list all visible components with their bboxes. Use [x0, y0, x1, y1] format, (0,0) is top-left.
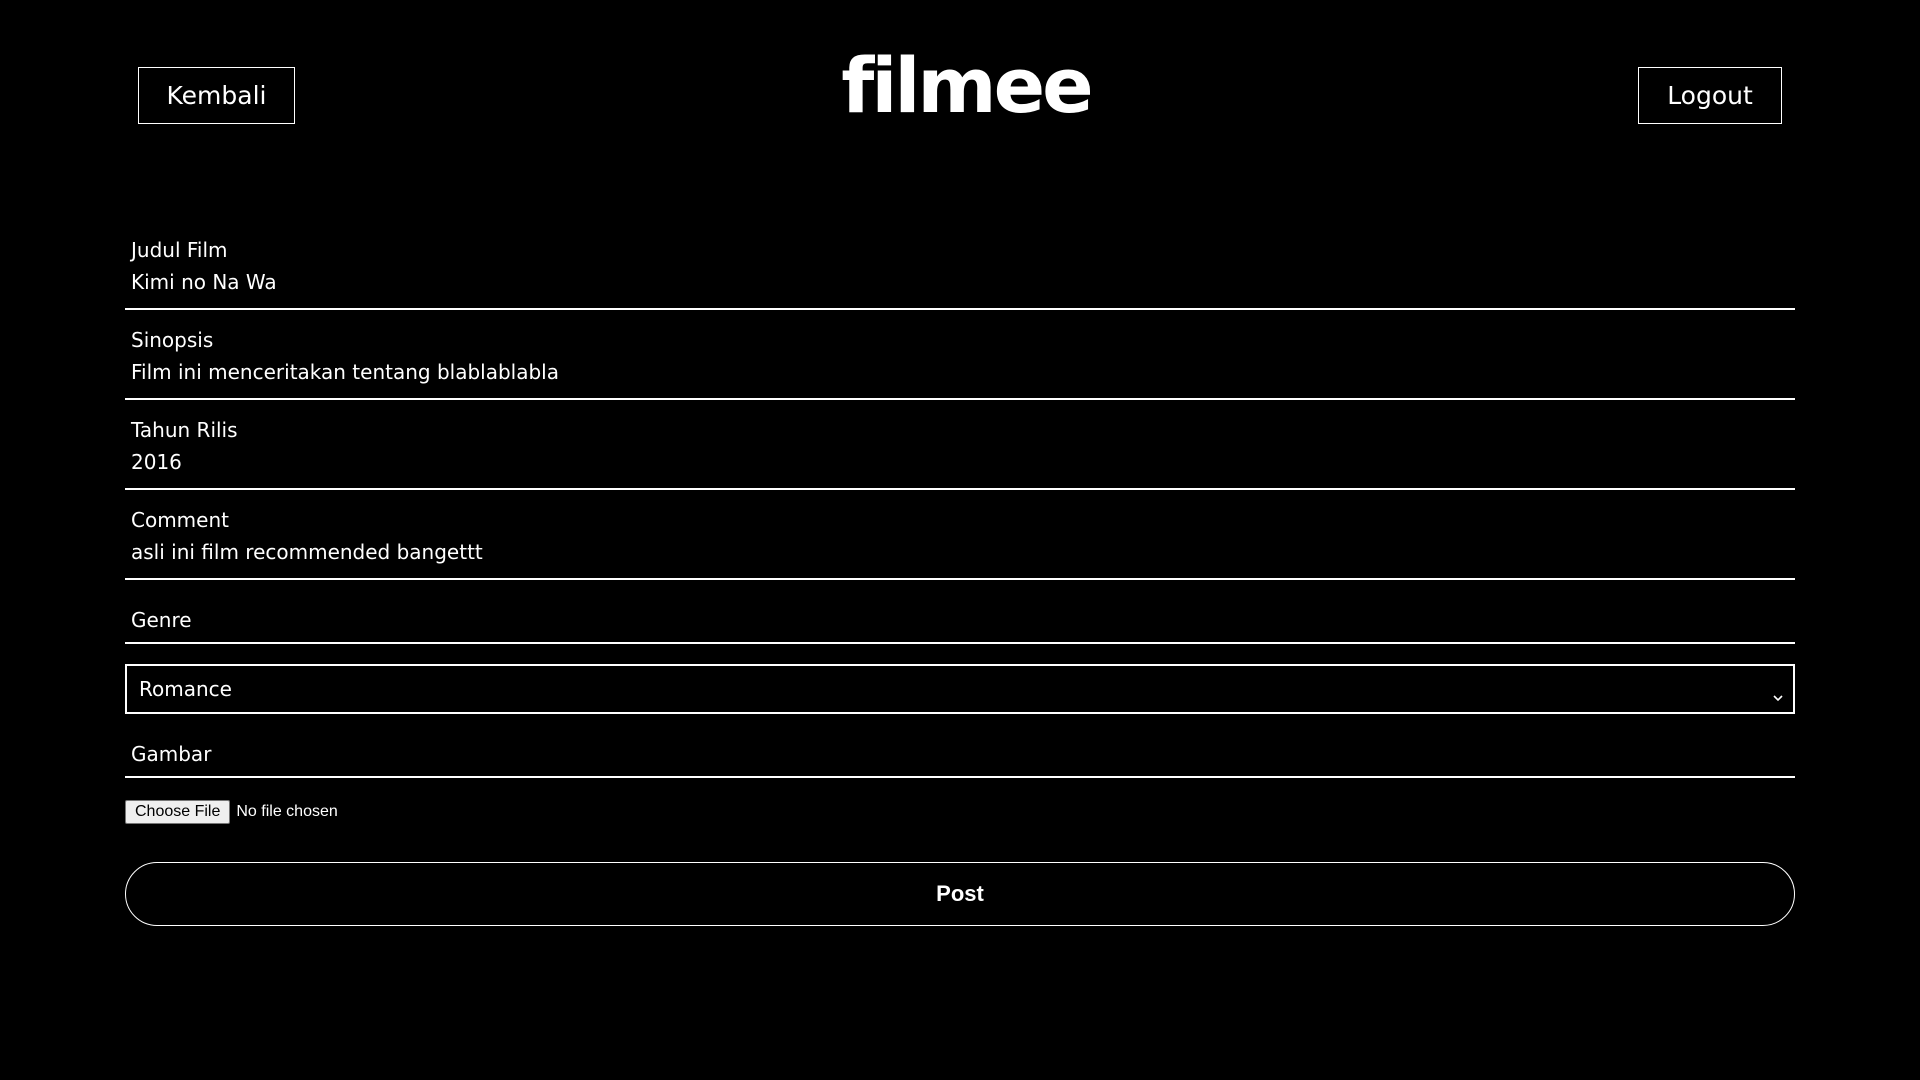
- genre-select[interactable]: Romance: [125, 664, 1795, 714]
- film-form: Judul Film Kimi no Na Wa Sinopsis Film i…: [125, 220, 1795, 926]
- genre-label: Genre: [125, 580, 1795, 644]
- image-label: Gambar: [125, 714, 1795, 778]
- title-field[interactable]: Judul Film Kimi no Na Wa: [125, 220, 1795, 310]
- file-status-text: No file chosen: [236, 803, 338, 820]
- release-year-input[interactable]: 2016: [131, 446, 1789, 478]
- synopsis-label: Sinopsis: [131, 328, 214, 352]
- logo: filmee: [841, 41, 1093, 130]
- chevron-down-icon: [1773, 684, 1783, 702]
- title-input[interactable]: Kimi no Na Wa: [131, 266, 1789, 298]
- release-year-label: Tahun Rilis: [131, 418, 238, 442]
- choose-file-button[interactable]: Choose File: [125, 800, 231, 824]
- genre-selected-value: Romance: [139, 677, 232, 701]
- file-input: Choose File No file chosen: [125, 798, 1795, 826]
- title-label: Judul Film: [131, 238, 228, 262]
- comment-field[interactable]: Comment asli ini film recommended banget…: [125, 490, 1795, 580]
- synopsis-field[interactable]: Sinopsis Film ini menceritakan tentang b…: [125, 310, 1795, 400]
- comment-label: Comment: [131, 508, 229, 532]
- logout-button[interactable]: Logout: [1638, 67, 1782, 124]
- comment-input[interactable]: asli ini film recommended bangettt: [131, 536, 1789, 568]
- release-year-field[interactable]: Tahun Rilis 2016: [125, 400, 1795, 490]
- synopsis-input[interactable]: Film ini menceritakan tentang blablablab…: [131, 356, 1789, 388]
- post-button[interactable]: Post: [125, 862, 1795, 926]
- page: Kembali filmee Logout Judul Film Kimi no…: [0, 0, 1920, 1080]
